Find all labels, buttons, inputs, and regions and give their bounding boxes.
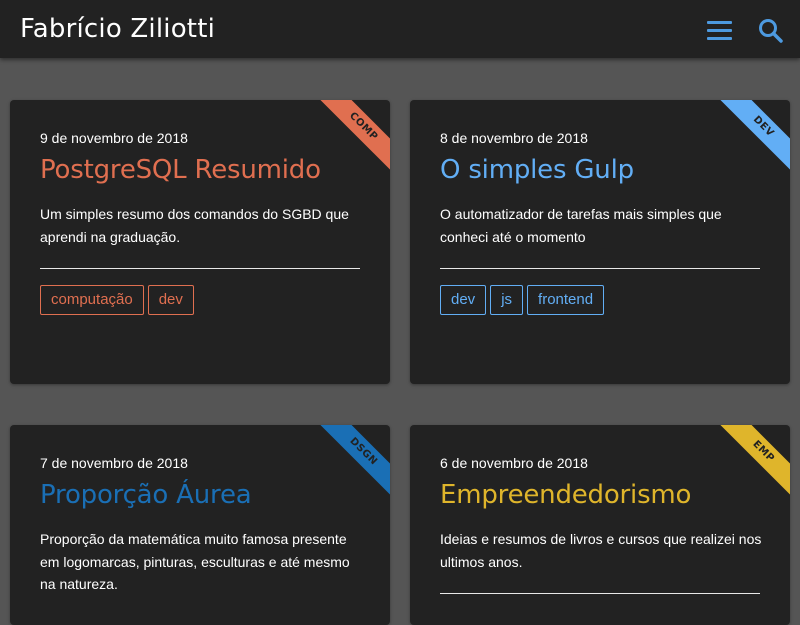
post-excerpt: Um simples resumo dos comandos do SGBD q…	[40, 206, 349, 245]
category-ribbon: EMP	[709, 425, 790, 506]
menu-bar	[707, 29, 732, 32]
category-ribbon: DSGN	[309, 425, 390, 506]
post-date: 6 de novembro de 2018	[440, 455, 588, 471]
post-excerpt: Proporção da matemática muito famosa pre…	[40, 531, 350, 592]
post-card: DEV 8 de novembro de 2018 O simples Gulp…	[410, 100, 790, 384]
tag-computacao[interactable]: computação	[40, 285, 144, 315]
tag-list: dev js frontend	[440, 285, 605, 315]
divider	[440, 268, 760, 269]
divider	[440, 593, 760, 594]
menu-bar	[707, 37, 732, 40]
post-date: 7 de novembro de 2018	[40, 455, 188, 471]
post-excerpt: Ideias e resumos de livros e cursos que …	[440, 531, 762, 570]
top-navigation-bar: Fabrício Ziliotti	[0, 0, 800, 58]
post-date: 9 de novembro de 2018	[40, 130, 188, 146]
post-date: 8 de novembro de 2018	[440, 130, 588, 146]
post-card: DSGN 7 de novembro de 2018 Proporção Áur…	[10, 425, 390, 625]
tag-js[interactable]: js	[490, 285, 524, 315]
site-title[interactable]: Fabrício Ziliotti	[20, 12, 215, 46]
tag-dev[interactable]: dev	[147, 285, 194, 315]
tag-list: computação dev	[40, 285, 194, 315]
post-card: EMP 6 de novembro de 2018 Empreendedoris…	[410, 425, 790, 625]
hamburger-menu-icon[interactable]	[704, 17, 736, 43]
post-title-link[interactable]: Proporção Áurea	[40, 480, 252, 510]
tag-frontend[interactable]: frontend	[527, 285, 605, 315]
menu-bar	[707, 21, 732, 24]
divider	[40, 268, 360, 269]
search-icon-graphic	[759, 19, 783, 43]
post-title-link[interactable]: O simples Gulp	[440, 155, 634, 185]
tag-dev[interactable]: dev	[440, 285, 487, 315]
post-title-link[interactable]: Empreendedorismo	[440, 480, 691, 510]
search-icon[interactable]	[757, 17, 785, 45]
post-card: COMP 9 de novembro de 2018 PostgreSQL Re…	[10, 100, 390, 384]
post-excerpt: O automatizador de tarefas mais simples …	[440, 206, 722, 245]
post-title-link[interactable]: PostgreSQL Resumido	[40, 155, 321, 185]
category-ribbon: DEV	[709, 100, 790, 181]
category-ribbon: COMP	[309, 100, 390, 181]
